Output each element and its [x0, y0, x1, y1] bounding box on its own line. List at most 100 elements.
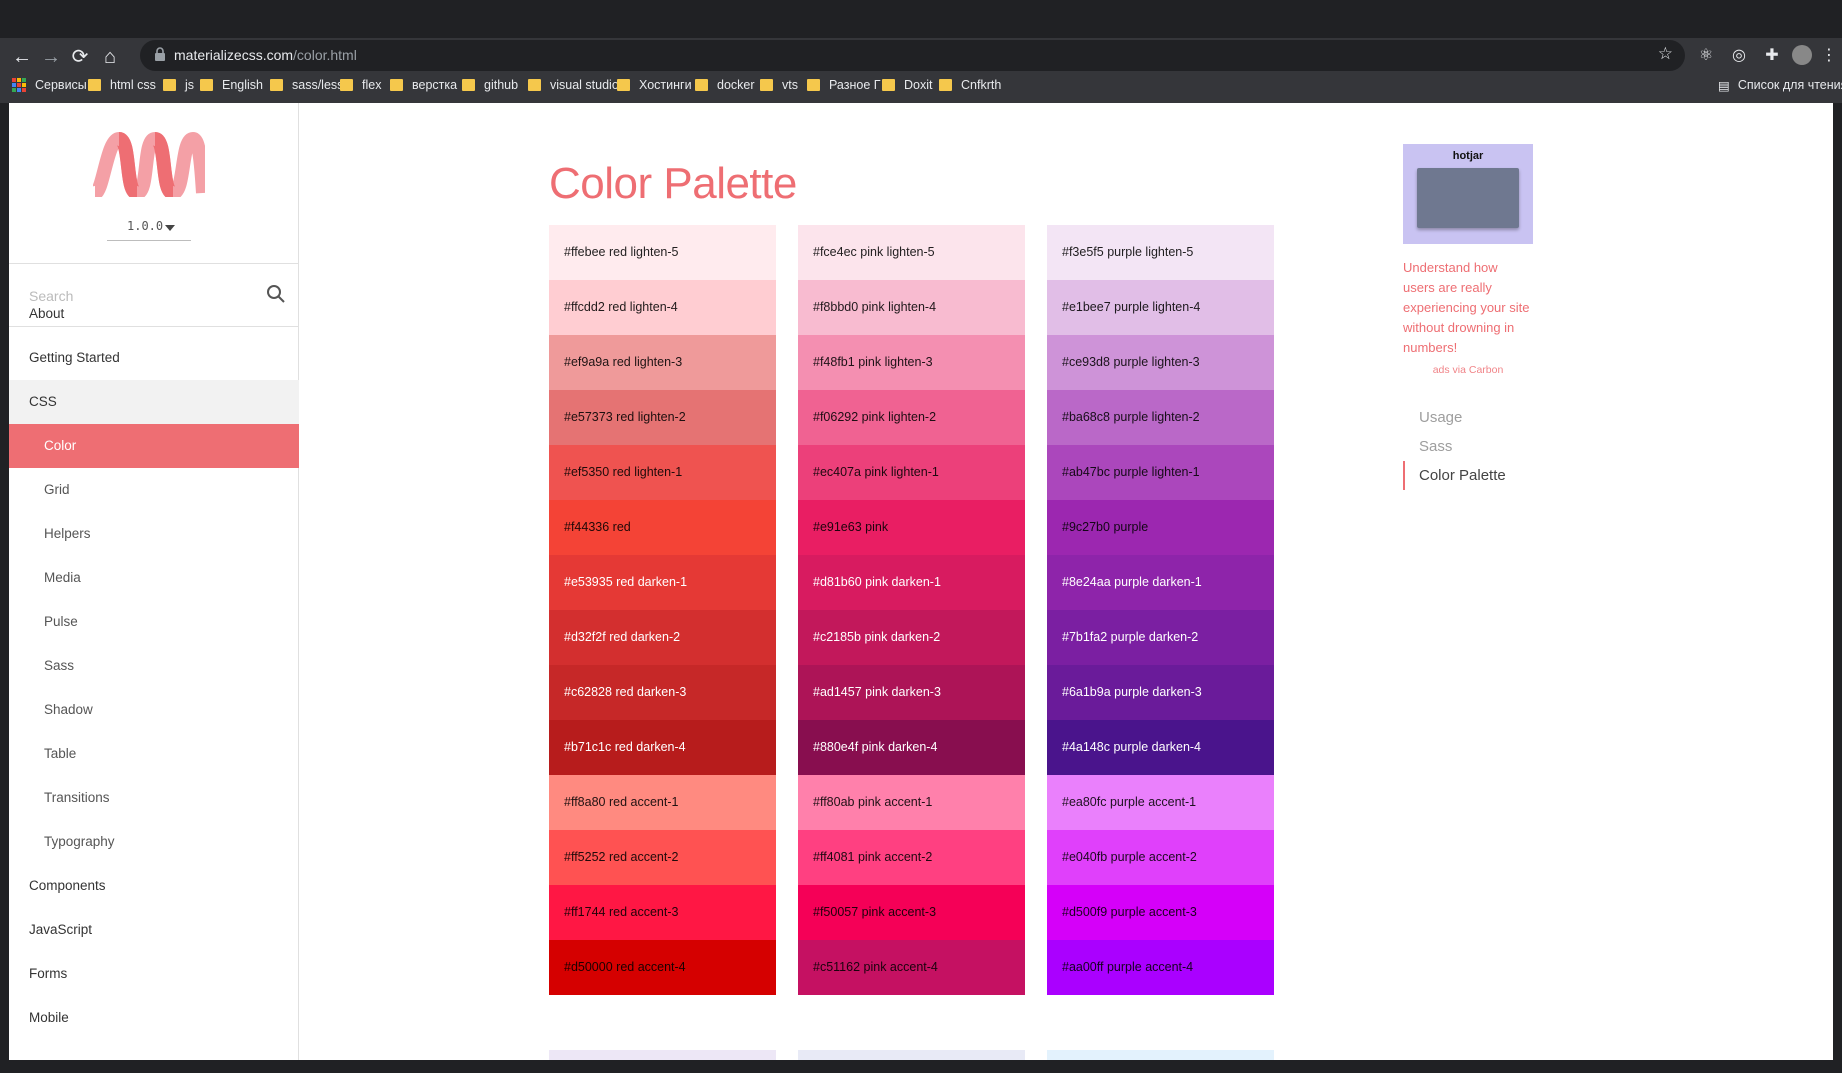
url-path: /color.html: [293, 47, 357, 63]
extension-target-icon[interactable]: ◎: [1728, 45, 1750, 67]
swatch-hex: #fce4ec: [813, 245, 857, 259]
bookmark-item[interactable]: html css: [88, 74, 156, 96]
color-swatch: #ff80ab pink accent-1: [798, 775, 1025, 830]
profile-avatar[interactable]: [1792, 45, 1812, 65]
menu-kebab-icon[interactable]: ⋮: [1818, 45, 1840, 67]
folder-icon: [939, 79, 952, 91]
sidebar-item-grid[interactable]: Grid: [9, 468, 299, 512]
toc-item-usage[interactable]: Usage: [1403, 403, 1603, 432]
bookmark-item[interactable]: Doxit: [882, 74, 932, 96]
sidebar-item-mobile[interactable]: Mobile: [9, 996, 299, 1040]
bookmark-item[interactable]: docker: [695, 74, 755, 96]
swatch-name: red: [612, 520, 631, 534]
swatch-name: purple accent-1: [1109, 795, 1197, 809]
url-host: materializecss.com: [174, 47, 294, 63]
extensions-puzzle-icon[interactable]: ✚: [1761, 45, 1783, 67]
ad-text[interactable]: Understand how users are really experien…: [1403, 258, 1533, 358]
bookmark-label: Разное Г: [829, 78, 881, 92]
swatch-hex: #880e4f: [813, 740, 859, 754]
bookmark-item[interactable]: js: [163, 74, 194, 96]
sidebar-item-about[interactable]: About: [9, 292, 299, 336]
swatch-name: pink accent-2: [857, 850, 933, 864]
swatch-name: purple lighten-4: [1114, 300, 1201, 314]
sidebar-item-helpers[interactable]: Helpers: [9, 512, 299, 556]
sidebar-item-javascript[interactable]: JavaScript: [9, 908, 299, 952]
swatch-hex: #e040fb: [1062, 850, 1108, 864]
bookmark-item[interactable]: Cnfkrth: [939, 74, 1001, 96]
bookmark-item[interactable]: Разное Г: [807, 74, 881, 96]
bookmark-item[interactable]: vts: [760, 74, 798, 96]
swatch-hex: #f50057: [813, 905, 859, 919]
sidebar-item-color[interactable]: Color: [9, 424, 299, 468]
sidebar-item-transitions[interactable]: Transitions: [9, 776, 299, 820]
table-of-contents: Usage Sass Color Palette: [1403, 403, 1603, 490]
react-devtools-icon[interactable]: ⚛: [1695, 45, 1717, 67]
sidebar-item-components[interactable]: Components: [9, 864, 299, 908]
bookmark-item[interactable]: Сервисы: [12, 74, 87, 96]
back-arrow-icon[interactable]: ←: [8, 43, 36, 71]
version-select[interactable]: 1.0.0: [107, 215, 191, 241]
bookmark-item[interactable]: sass/less: [270, 74, 343, 96]
swatch-name: purple lighten-5: [1107, 245, 1194, 259]
swatch-name: pink lighten-2: [861, 410, 937, 424]
swatch-name: red lighten-5: [608, 245, 679, 259]
swatch-hex: #ec407a: [813, 465, 861, 479]
swatch-name: red darken-4: [614, 740, 686, 754]
ad-via-link[interactable]: ads via Carbon: [1403, 364, 1533, 376]
carbon-ad[interactable]: hotjar Understand how users are really e…: [1403, 144, 1533, 376]
reload-icon[interactable]: ⟳: [66, 43, 94, 71]
swatch-hex: #c51162: [813, 960, 861, 974]
bookmark-star-icon[interactable]: ☆: [1658, 44, 1673, 64]
reading-list-label: Список для чтения: [1737, 78, 1842, 92]
bookmark-label: visual studio: [550, 78, 619, 92]
swatch-name: purple lighten-3: [1113, 355, 1200, 369]
toc-item-color-palette[interactable]: Color Palette: [1403, 461, 1603, 490]
color-swatch: #f3e5f5 purple lighten-5: [1047, 225, 1274, 280]
toc-item-sass[interactable]: Sass: [1403, 432, 1603, 461]
ad-image[interactable]: hotjar: [1403, 144, 1533, 244]
folder-icon: [340, 79, 353, 91]
sidebar-item-getting-started[interactable]: Getting Started: [9, 336, 299, 380]
bookmark-item[interactable]: visual studio: [528, 74, 619, 96]
sidebar-item-table[interactable]: Table: [9, 732, 299, 776]
bookmark-item[interactable]: flex: [340, 74, 381, 96]
swatch-hex: #f06292: [813, 410, 859, 424]
sidebar-item-typography[interactable]: Typography: [9, 820, 299, 864]
reading-list-button[interactable]: ▤ Список для чтения: [1718, 74, 1842, 96]
sidebar-item-sass[interactable]: Sass: [9, 644, 299, 688]
swatch-name: red accent-4: [616, 960, 686, 974]
swatch-hex: #4a148c: [1062, 740, 1110, 754]
swatch-hex: #f48fb1: [813, 355, 855, 369]
address-bar[interactable]: materializecss.com/color.html ☆: [140, 40, 1685, 71]
sidebar-item-forms[interactable]: Forms: [9, 952, 299, 996]
bookmark-item[interactable]: верстка: [390, 74, 457, 96]
bookmark-item[interactable]: English: [200, 74, 263, 96]
bookmark-item[interactable]: github: [462, 74, 518, 96]
color-swatch: #ff5252 red accent-2: [549, 830, 776, 885]
swatch-hex: #ffcdd2: [564, 300, 605, 314]
swatch-hex: #e53935: [564, 575, 613, 589]
bookmark-label: English: [222, 78, 263, 92]
forward-arrow-icon[interactable]: →: [37, 43, 65, 71]
next-palette-swatch: [549, 1050, 776, 1060]
sidebar-item-shadow[interactable]: Shadow: [9, 688, 299, 732]
swatch-name: purple accent-4: [1106, 960, 1194, 974]
materialize-logo[interactable]: [93, 131, 205, 197]
folder-icon: [200, 79, 213, 91]
swatch-name: purple: [1113, 520, 1149, 534]
url-text[interactable]: materializecss.com/color.html: [174, 47, 357, 63]
bookmark-item[interactable]: Хостинги: [617, 74, 692, 96]
sidebar-item-pulse[interactable]: Pulse: [9, 600, 299, 644]
color-swatch: #b71c1c red darken-4: [549, 720, 776, 775]
sidebar-item-media[interactable]: Media: [9, 556, 299, 600]
folder-icon: [617, 79, 630, 91]
swatch-hex: #ff5252: [564, 850, 606, 864]
color-swatch: #e57373 red lighten-2: [549, 390, 776, 445]
swatch-hex: #c62828: [564, 685, 612, 699]
bookmark-label: Cnfkrth: [961, 78, 1002, 92]
caret-down-icon: [165, 225, 175, 231]
home-icon[interactable]: ⌂: [96, 43, 124, 71]
sidebar: 1.0.0 AboutGetting StartedCSSColorGridHe…: [9, 103, 299, 1060]
swatch-hex: #ea80fc: [1062, 795, 1107, 809]
sidebar-item-css[interactable]: CSS: [9, 380, 299, 424]
